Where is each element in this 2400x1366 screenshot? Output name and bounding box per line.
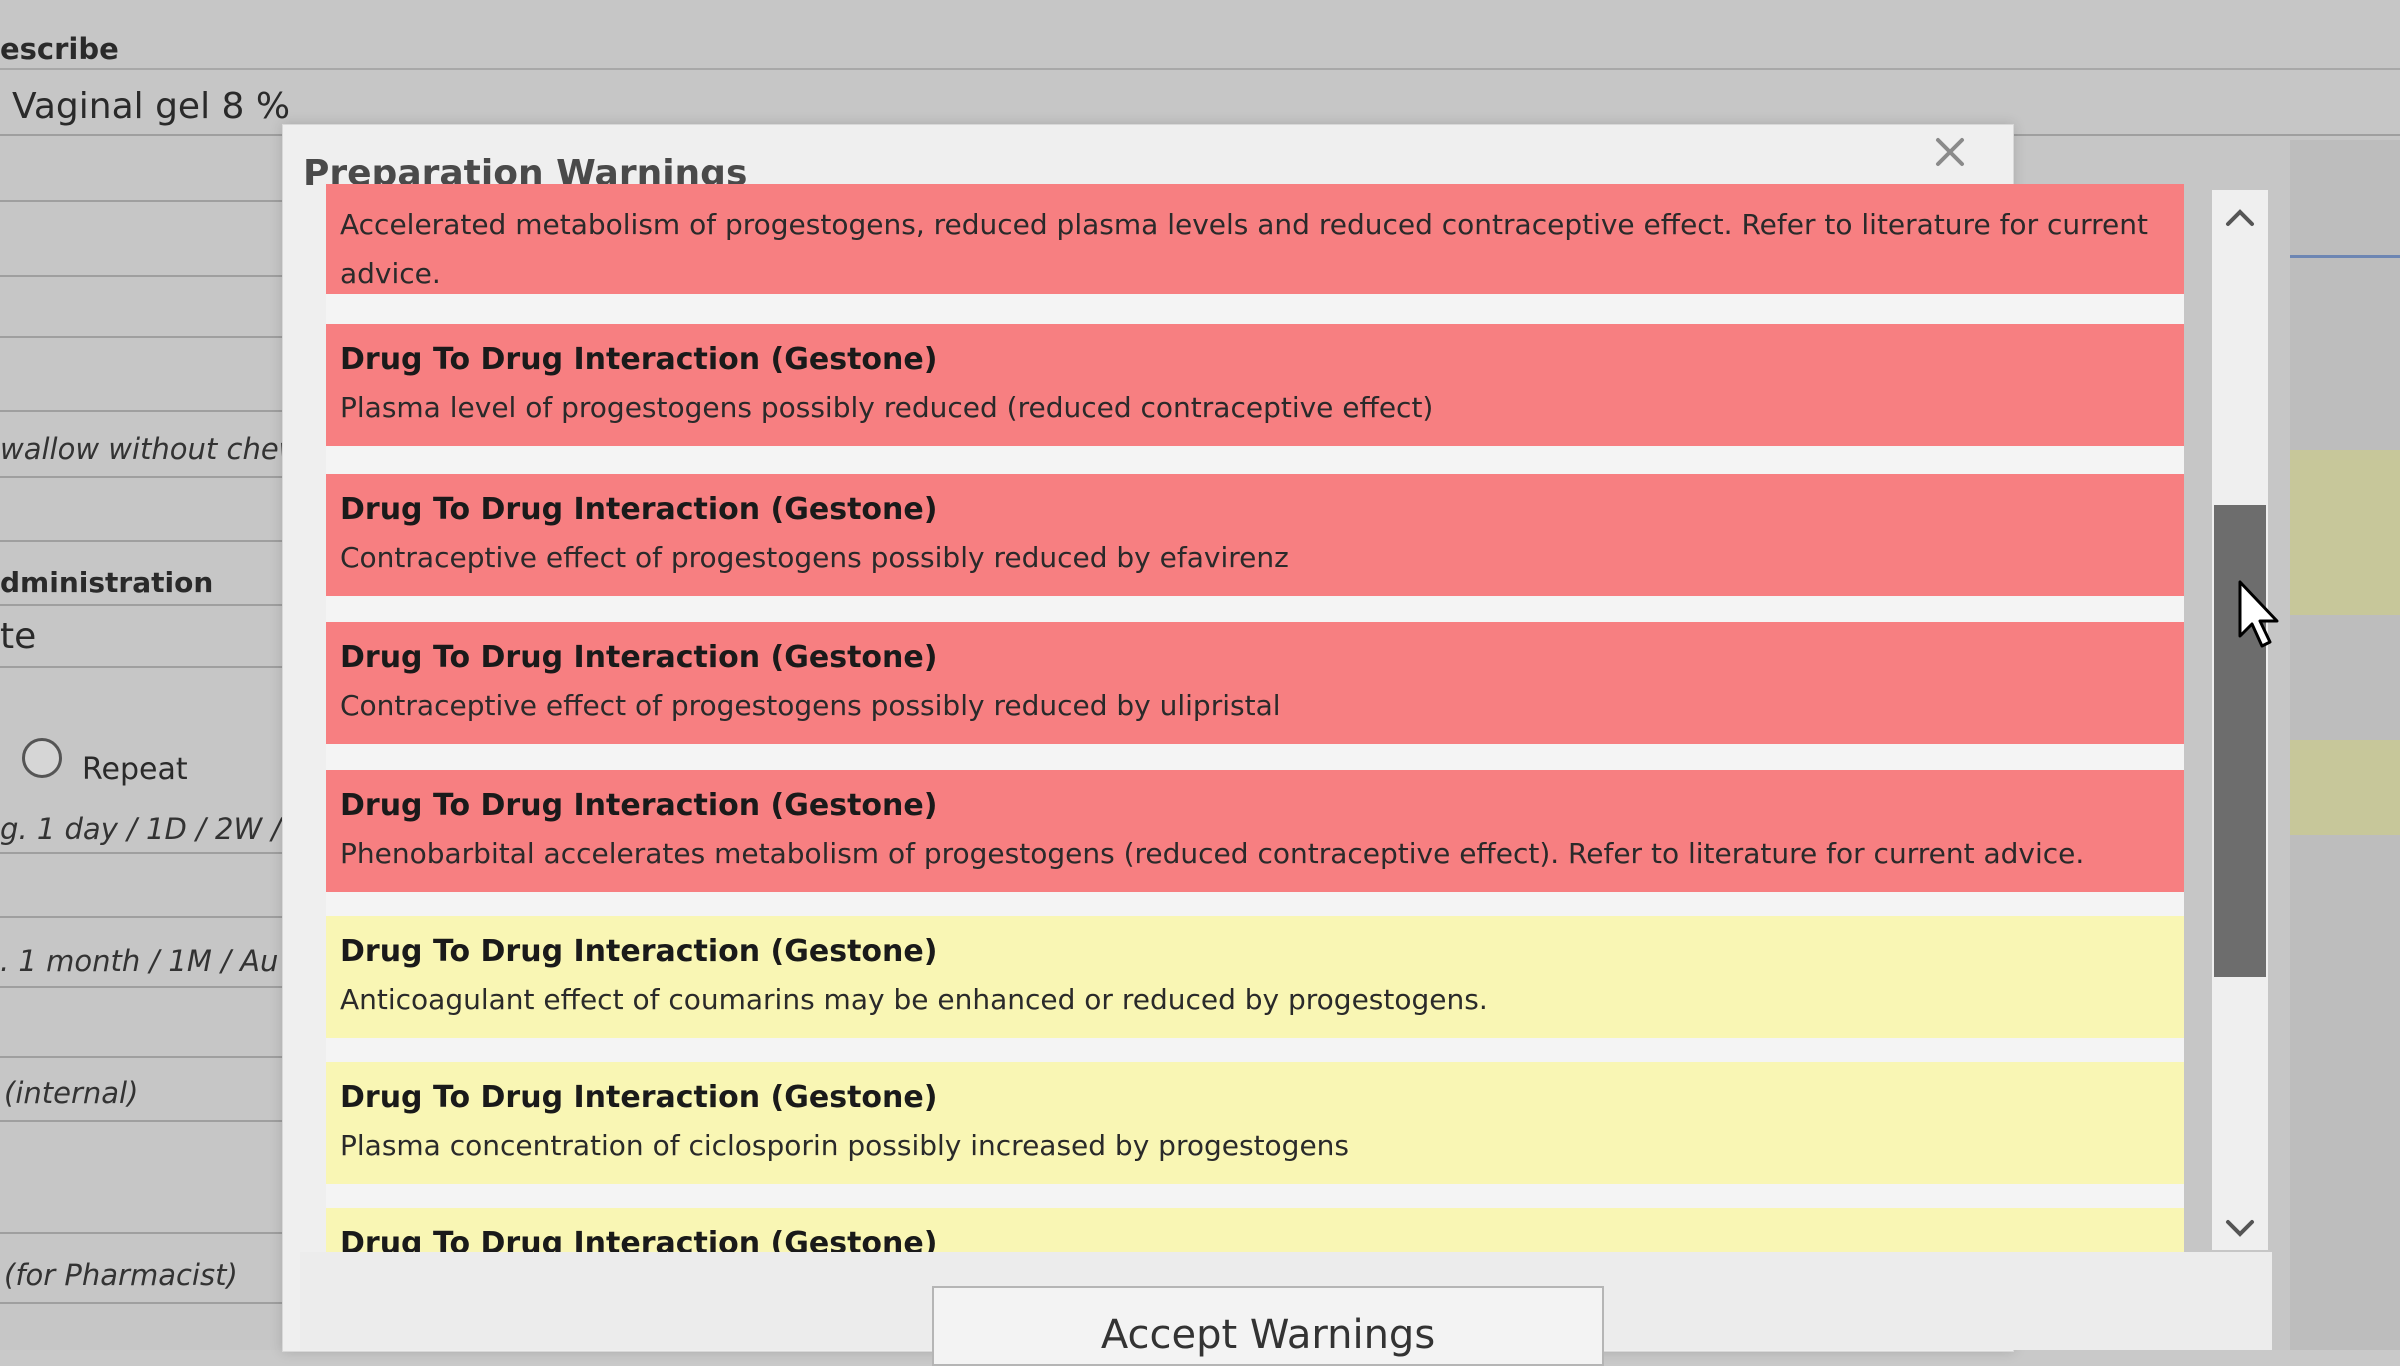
divider xyxy=(0,1302,282,1304)
repeat-label: Repeat xyxy=(82,752,188,787)
mouse-pointer-icon xyxy=(2236,580,2282,650)
warning-description: Contraceptive effect of progestogens pos… xyxy=(340,689,1281,722)
form-title: escribe xyxy=(0,32,119,66)
divider xyxy=(0,1232,282,1234)
warning-title: Drug To Drug Interaction (Gestone) xyxy=(340,1226,938,1252)
route-field[interactable]: te xyxy=(0,616,36,657)
warning-title: Drug To Drug Interaction (Gestone) xyxy=(340,342,938,377)
chevron-down-icon[interactable] xyxy=(2218,1210,2262,1246)
right-panel-highlight xyxy=(2290,740,2400,835)
right-panel-accent xyxy=(2290,255,2400,258)
warning-item: Drug To Drug Interaction (Gestone) Contr… xyxy=(326,474,2184,596)
warning-description: Anticoagulant effect of coumarins may be… xyxy=(340,983,1488,1016)
duration-hint: g. 1 day / 1D / 2W / xyxy=(0,812,282,846)
divider xyxy=(0,1056,282,1058)
divider xyxy=(0,540,282,542)
close-icon[interactable] xyxy=(1930,132,1970,172)
divider xyxy=(0,476,282,478)
divider xyxy=(0,916,282,918)
internal-notes-label: (internal) xyxy=(4,1076,139,1110)
swallow-instruction: wallow without chew xyxy=(0,432,303,466)
warning-item: Drug To Drug Interaction (Gestone) Contr… xyxy=(326,622,2184,744)
repeat-radio[interactable] xyxy=(22,738,62,778)
warning-description: Plasma level of progestogens possibly re… xyxy=(340,391,1434,424)
divider xyxy=(0,200,282,202)
warning-description: Phenobarbital accelerates metabolism of … xyxy=(340,837,2085,870)
warning-title: Drug To Drug Interaction (Gestone) xyxy=(340,934,938,969)
divider xyxy=(0,336,282,338)
warning-title: Drug To Drug Interaction (Gestone) xyxy=(340,640,938,675)
divider xyxy=(0,410,282,412)
warning-item: Drug To Drug Interaction (Gestone) Plasm… xyxy=(326,1062,2184,1184)
warning-description: Accelerated metabolism of progestogens, … xyxy=(340,208,2148,290)
warning-item: Drug To Drug Interaction (Gestone) Plasm… xyxy=(326,324,2184,446)
warning-description: Contraceptive effect of progestogens pos… xyxy=(340,541,1289,574)
accept-warnings-button[interactable]: Accept Warnings xyxy=(932,1286,1604,1366)
warning-item: Accelerated metabolism of progestogens, … xyxy=(326,184,2184,294)
drug-name: Vaginal gel 8 % xyxy=(12,86,291,127)
warning-item: Drug To Drug Interaction (Gestone) xyxy=(326,1208,2184,1252)
divider xyxy=(0,852,282,854)
pharmacist-notes-label: (for Pharmacist) xyxy=(4,1258,238,1292)
warning-title: Drug To Drug Interaction (Gestone) xyxy=(340,1080,938,1115)
divider xyxy=(0,68,2400,70)
divider xyxy=(0,986,282,988)
administration-label: dministration xyxy=(0,566,214,599)
warning-title: Drug To Drug Interaction (Gestone) xyxy=(340,492,938,527)
divider xyxy=(0,666,282,668)
warning-item: Drug To Drug Interaction (Gestone) Pheno… xyxy=(326,770,2184,892)
warning-description: Plasma concentration of ciclosporin poss… xyxy=(340,1129,1350,1162)
chevron-up-icon[interactable] xyxy=(2218,200,2262,236)
scrollbar-thumb[interactable] xyxy=(2214,505,2266,977)
review-hint: . 1 month / 1M / Au xyxy=(0,944,279,978)
right-panel-highlight xyxy=(2290,450,2400,615)
warnings-list[interactable]: Accelerated metabolism of progestogens, … xyxy=(326,184,2184,1252)
divider xyxy=(0,275,282,277)
warning-title: Drug To Drug Interaction (Gestone) xyxy=(340,788,938,823)
warning-item: Drug To Drug Interaction (Gestone) Antic… xyxy=(326,916,2184,1038)
divider xyxy=(0,604,282,606)
divider xyxy=(0,1120,282,1122)
